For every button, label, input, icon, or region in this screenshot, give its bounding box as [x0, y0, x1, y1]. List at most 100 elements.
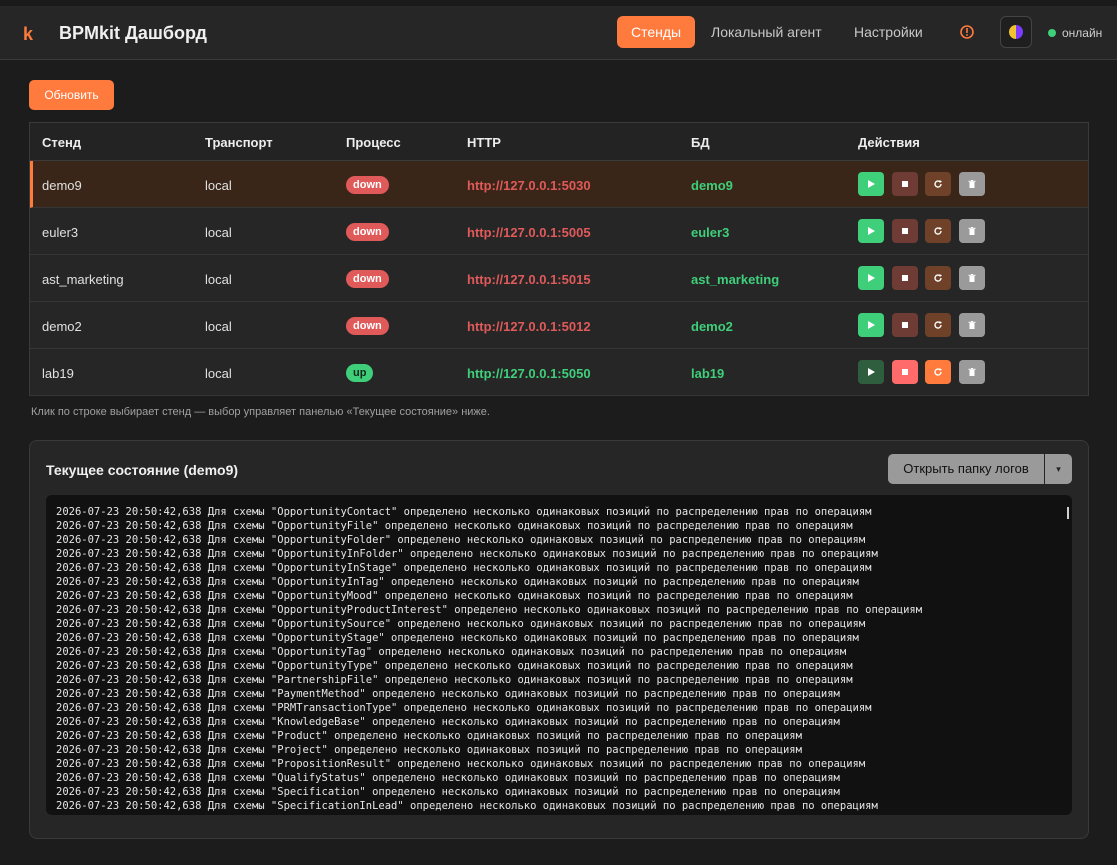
restart-button[interactable] [925, 313, 951, 337]
stop-icon [900, 223, 910, 239]
nav-agent-button[interactable]: Локальный агент [697, 16, 836, 48]
delete-button[interactable] [959, 172, 985, 196]
log-line: 2026-07-23 20:50:42,638 Для схемы "Oppor… [56, 604, 923, 616]
current-state-panel: Текущее состояние (demo9) Открыть папку … [29, 440, 1089, 839]
log-line: 2026-07-23 20:50:42,638 Для схемы "Oppor… [56, 632, 859, 644]
log-line: 2026-07-23 20:50:42,638 Для схемы "Oppor… [56, 520, 853, 532]
transport-value: local [205, 225, 232, 240]
table-row[interactable]: euler3 local down http://127.0.0.1:5005 eule… [30, 208, 1088, 255]
http-link[interactable]: http://127.0.0.1:5005 [467, 225, 591, 240]
http-link[interactable]: http://127.0.0.1:5015 [467, 272, 591, 287]
play-icon [866, 223, 876, 239]
log-line: 2026-07-23 20:50:42,638 Для схемы "Speci… [56, 786, 840, 798]
log-line: 2026-07-23 20:50:42,638 Для схемы "Oppor… [56, 590, 853, 602]
process-status-badge: down [346, 176, 389, 194]
start-button[interactable] [858, 313, 884, 337]
log-line: 2026-07-23 20:50:42,638 Для схемы "Proje… [56, 744, 802, 756]
http-link[interactable]: http://127.0.0.1:5030 [467, 178, 591, 193]
log-line: 2026-07-23 20:50:42,638 Для схемы "Oppor… [56, 660, 853, 672]
stop-icon [900, 364, 910, 380]
transport-value: local [205, 366, 232, 381]
stand-name: euler3 [42, 225, 79, 240]
table-row[interactable]: demo9 local down http://127.0.0.1:5030 demo9 [30, 161, 1088, 208]
log-line: 2026-07-23 20:50:42,638 Для схемы "Oppor… [56, 534, 866, 546]
refresh-button[interactable]: Обновить [29, 80, 114, 110]
restart-icon [933, 270, 943, 286]
top-bar: k BPMkit Дашборд Стенды Локальный агент … [0, 0, 1117, 60]
delete-button[interactable] [959, 313, 985, 337]
db-name: ast_marketing [691, 272, 780, 287]
log-line: 2026-07-23 20:50:42,638 Для схемы "Oppor… [56, 618, 866, 630]
table-row[interactable]: lab19 local up http://127.0.0.1:5050 lab19 [30, 349, 1088, 396]
header-actions: Действия [858, 135, 920, 150]
app-logo: k [23, 24, 34, 44]
log-line: 2026-07-23 20:50:42,638 Для схемы "PRMTr… [56, 702, 872, 714]
log-line: 2026-07-23 20:50:42,638 Для схемы "Speci… [56, 800, 878, 812]
chevron-down-icon[interactable]: ▾ [1045, 454, 1072, 484]
nav-stands-button[interactable]: Стенды [617, 16, 696, 48]
restart-button[interactable] [925, 172, 951, 196]
log-line: 2026-07-23 20:50:42,638 Для схемы "Oppor… [56, 548, 878, 560]
delete-button[interactable] [959, 266, 985, 290]
online-status-dot [1048, 29, 1056, 37]
delete-button[interactable] [959, 219, 985, 243]
theme-icon [1009, 25, 1023, 39]
header-http: HTTP [467, 135, 501, 150]
process-status-badge: down [346, 223, 389, 241]
log-line: 2026-07-23 20:50:42,638 Для схемы "Oppor… [56, 506, 872, 518]
table-header: Стенд Транспорт Процесс HTTP БД Действия [30, 123, 1088, 161]
play-icon [866, 270, 876, 286]
trash-icon [967, 270, 977, 286]
table-row[interactable]: ast_marketing local down http://127.0.0.1:5… [30, 255, 1088, 302]
stand-name: ast_marketing [42, 272, 124, 287]
restart-button[interactable] [925, 219, 951, 243]
stands-table: Стенд Транспорт Процесс HTTP БД Действия… [29, 122, 1089, 396]
start-button[interactable] [858, 266, 884, 290]
transport-value: local [205, 272, 232, 287]
header-db: БД [691, 135, 710, 150]
log-output[interactable]: 2026-07-23 20:50:42,638 Для схемы "Oppor… [46, 495, 1072, 815]
start-button[interactable] [858, 360, 884, 384]
stop-button[interactable] [892, 360, 918, 384]
restart-button[interactable] [925, 266, 951, 290]
db-name: lab19 [691, 366, 725, 381]
table-row[interactable]: demo2 local down http://127.0.0.1:5012 demo2 [30, 302, 1088, 349]
start-button[interactable] [858, 219, 884, 243]
app-title: BPMkit Дашборд [59, 23, 207, 43]
stop-button[interactable] [892, 172, 918, 196]
stop-button[interactable] [892, 313, 918, 337]
http-link[interactable]: http://127.0.0.1:5050 [467, 366, 591, 381]
stop-button[interactable] [892, 266, 918, 290]
selection-hint: Клик по строке выбирает стенд — выбор уп… [31, 406, 490, 418]
trash-icon [967, 223, 977, 239]
log-line: 2026-07-23 20:50:42,638 Для схемы "Knowl… [56, 716, 840, 728]
restart-button[interactable] [925, 360, 951, 384]
start-button[interactable] [858, 172, 884, 196]
log-line: 2026-07-23 20:50:42,638 Для схемы "Partn… [56, 674, 853, 686]
stop-icon [900, 317, 910, 333]
log-scrollbar[interactable] [1067, 507, 1069, 519]
process-status-badge: down [346, 317, 389, 335]
db-name: demo9 [691, 178, 733, 193]
transport-value: local [205, 178, 232, 193]
theme-toggle-button[interactable] [1000, 16, 1032, 48]
info-icon[interactable] [960, 25, 974, 39]
process-status-badge: up [346, 364, 374, 382]
db-name: demo2 [691, 319, 733, 334]
log-line: 2026-07-23 20:50:42,638 Для схемы "Oppor… [56, 562, 872, 574]
restart-icon [933, 223, 943, 239]
http-link[interactable]: http://127.0.0.1:5012 [467, 319, 591, 334]
online-status-label: онлайн [1062, 26, 1103, 40]
delete-button[interactable] [959, 360, 985, 384]
log-line: 2026-07-23 20:50:42,638 Для схемы "Oppor… [56, 646, 847, 658]
stop-button[interactable] [892, 219, 918, 243]
header-process: Процесс [346, 135, 401, 150]
play-icon [866, 317, 876, 333]
open-logs-folder-button[interactable]: Открыть папку логов [888, 454, 1044, 484]
nav-settings-button[interactable]: Настройки [840, 16, 937, 48]
log-line: 2026-07-23 20:50:42,638 Для схемы "Propo… [56, 758, 866, 770]
db-name: euler3 [691, 225, 730, 240]
panel-title: Текущее состояние (demo9) [46, 462, 239, 478]
log-line: 2026-07-23 20:50:42,638 Для схемы "Produ… [56, 730, 802, 742]
trash-icon [967, 176, 977, 192]
